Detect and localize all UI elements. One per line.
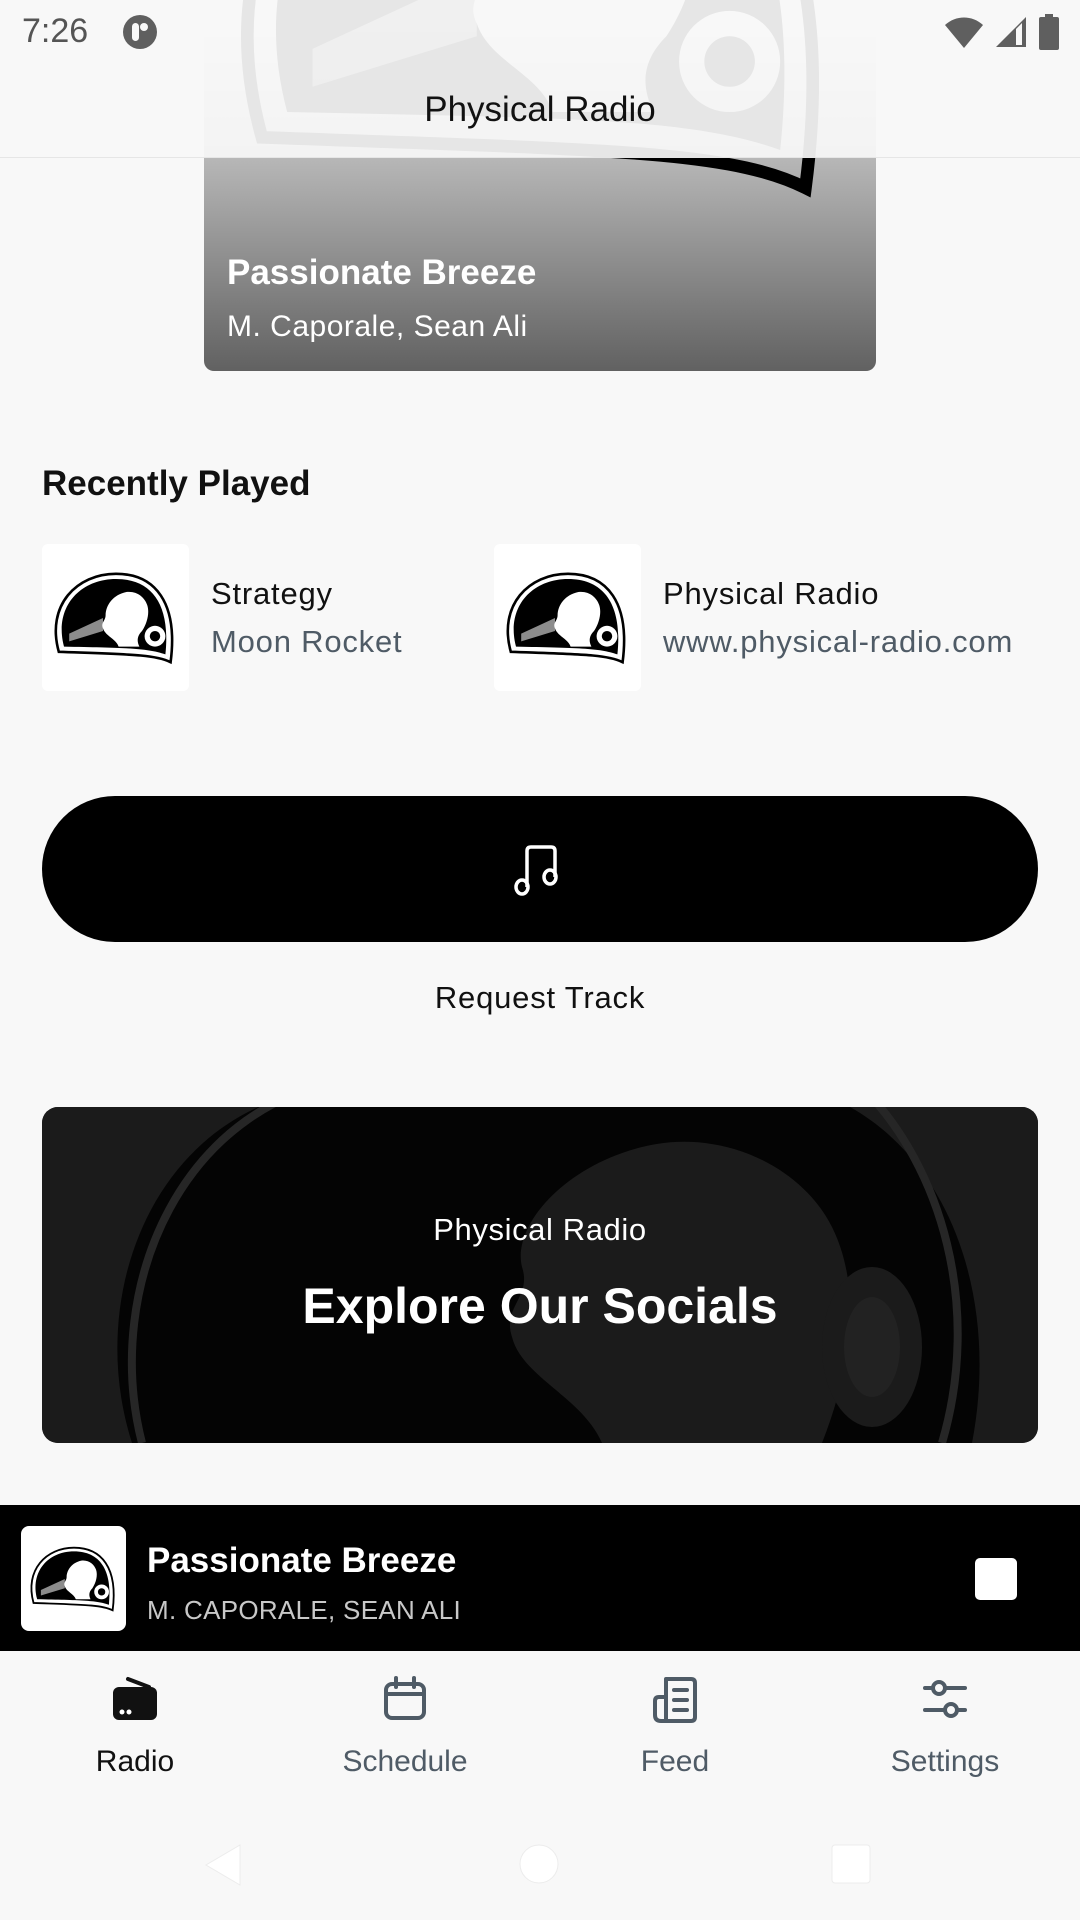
nav-item-settings[interactable]: Settings xyxy=(810,1651,1080,1811)
nav-item-feed[interactable]: Feed xyxy=(540,1651,810,1811)
app-title: Physical Radio xyxy=(424,90,656,129)
system-status-icons xyxy=(944,14,1060,50)
socials-title: Explore Our Socials xyxy=(302,1278,778,1334)
explore-socials-card[interactable]: Physical Radio Explore Our Socials xyxy=(42,1107,1038,1443)
back-icon[interactable] xyxy=(204,1843,244,1887)
recently-played-item[interactable]: Physical Radio www.physical-radio.com xyxy=(494,544,1013,691)
track-artist: www.physical-radio.com xyxy=(663,623,1014,659)
cellular-signal-icon xyxy=(996,17,1026,47)
stop-button[interactable] xyxy=(950,1533,1042,1625)
socials-kicker: Physical Radio xyxy=(433,1212,647,1247)
sliders-icon xyxy=(923,1680,967,1718)
request-track-label: Request Track xyxy=(434,980,646,1015)
battery-icon xyxy=(1039,14,1059,50)
nav-item-radio[interactable]: Radio xyxy=(0,1651,270,1811)
app-notification-icon xyxy=(123,15,157,49)
music-note-icon xyxy=(514,845,558,896)
station-logo-icon xyxy=(503,566,633,670)
now-playing-title: Passionate Breeze xyxy=(227,253,537,292)
status-bar: 7:26 xyxy=(0,0,1080,64)
nav-label: Radio xyxy=(95,1745,175,1778)
nav-label: Feed xyxy=(640,1745,710,1778)
recently-played-heading: Recently Played xyxy=(42,464,311,503)
track-artist: Moon Rocket xyxy=(211,623,403,659)
calendar-icon xyxy=(384,1676,426,1720)
station-logo-icon xyxy=(28,1542,120,1616)
now-playing-artists: M. Caporale, Sean Ali xyxy=(227,310,528,343)
nav-item-schedule[interactable]: Schedule xyxy=(270,1651,540,1811)
mini-player-thumbnail xyxy=(21,1526,126,1631)
request-track-button[interactable] xyxy=(42,796,1038,942)
track-title: Physical Radio xyxy=(663,575,880,611)
track-title: Strategy xyxy=(211,575,333,611)
mini-player-artists: M. CAPORALE, SEAN ALI xyxy=(147,1595,462,1625)
nav-label: Settings xyxy=(890,1745,1000,1778)
stop-icon xyxy=(975,1558,1017,1600)
bottom-navigation: Radio Schedule Feed Settings xyxy=(0,1651,1080,1811)
station-logo-icon xyxy=(51,566,181,670)
socials-background-artwork xyxy=(42,1107,1038,1443)
home-icon[interactable] xyxy=(518,1843,560,1885)
mini-player-title: Passionate Breeze xyxy=(147,1541,457,1580)
recently-played-item[interactable]: Strategy Moon Rocket xyxy=(42,544,402,691)
track-thumbnail xyxy=(494,544,641,691)
track-thumbnail xyxy=(42,544,189,691)
mini-player[interactable]: Passionate Breeze M. CAPORALE, SEAN ALI xyxy=(0,1505,1080,1651)
system-navigation-bar xyxy=(0,1811,1080,1920)
radio-icon xyxy=(113,1677,157,1720)
status-time: 7:26 xyxy=(22,12,89,50)
nav-label: Schedule xyxy=(342,1745,468,1778)
newspaper-icon xyxy=(653,1677,697,1723)
recents-icon[interactable] xyxy=(830,1843,872,1885)
wifi-icon xyxy=(945,17,983,48)
